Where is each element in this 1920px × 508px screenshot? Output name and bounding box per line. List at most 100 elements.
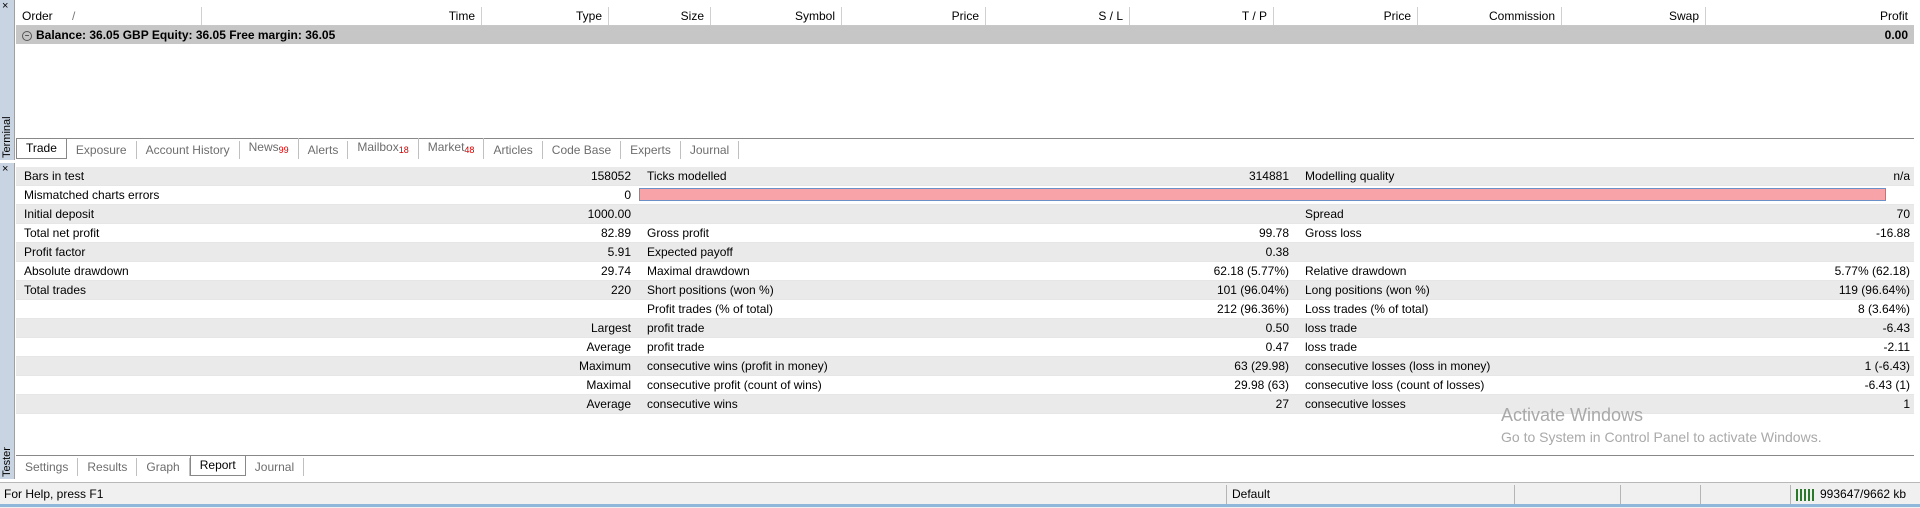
report-value-3: 8 (3.64%) — [1857, 302, 1910, 316]
report-label-1 — [16, 395, 216, 413]
report-value-3: -16.88 — [1875, 226, 1910, 240]
activate-windows-subtitle: Go to System in Control Panel to activat… — [1501, 429, 1822, 445]
report-value-1: Average — [586, 397, 631, 411]
report-row: Initial deposit 1000.00 Spread 70 — [16, 205, 1914, 224]
tab-news[interactable]: News99 — [240, 138, 299, 159]
tab-results[interactable]: Results — [78, 458, 138, 476]
tab-account-history[interactable]: Account History — [137, 141, 240, 159]
report-row: Total trades 220 Short positions (won %) 10… — [16, 281, 1914, 300]
report-value-3: 5.77% (62.18) — [1834, 264, 1910, 278]
report-label-3: loss trade — [1305, 321, 1358, 335]
terminal-close-icon[interactable]: × — [2, 0, 8, 12]
report-label-3: consecutive losses (loss in money) — [1305, 359, 1491, 373]
report-value-3: -6.43 (1) — [1864, 378, 1910, 392]
report-label-3 — [1297, 243, 1757, 261]
report-label-2: consecutive wins (profit in money) — [647, 359, 828, 373]
total-profit: 0.00 — [1884, 28, 1908, 42]
report-label-2 — [639, 205, 1157, 223]
report-label-3: consecutive loss (count of losses) — [1305, 378, 1485, 392]
report-value-3: 1 — [1903, 397, 1910, 411]
col-type[interactable]: Type — [482, 7, 609, 25]
col-tp[interactable]: T / P — [1130, 7, 1274, 25]
sort-indicator-icon: / — [72, 9, 76, 23]
report-value-1: Largest — [590, 321, 631, 335]
report-label-1 — [16, 338, 216, 356]
report-label-3: Loss trades (% of total) — [1305, 302, 1429, 316]
report-label-1: Initial deposit — [24, 207, 95, 221]
tab-exposure[interactable]: Exposure — [67, 141, 137, 159]
report-row: Mismatched charts errors 0 — [16, 186, 1914, 205]
status-divider — [1700, 485, 1701, 504]
report-label-3: loss trade — [1305, 340, 1358, 354]
tab-market[interactable]: Market48 — [419, 138, 485, 159]
orders-list-area[interactable] — [16, 44, 1914, 136]
report-row: Total net profit 82.89 Gross profit 99.78 Gr… — [16, 224, 1914, 243]
tab-report[interactable]: Report — [189, 456, 246, 476]
report-row: Average profit trade 0.47 loss trade -2.11 — [16, 338, 1914, 357]
report-value-1: 1000.00 — [587, 207, 631, 221]
report-value-2: 0.38 — [1265, 245, 1289, 259]
report-value-2: 99.78 — [1258, 226, 1289, 240]
tab-code-base[interactable]: Code Base — [543, 141, 622, 159]
tab-settings[interactable]: Settings — [16, 458, 79, 476]
col-price[interactable]: Price — [842, 7, 986, 25]
report-value-1: 220 — [610, 283, 631, 297]
col-symbol[interactable]: Symbol — [711, 7, 842, 25]
col-price-current[interactable]: Price — [1274, 7, 1418, 25]
status-divider — [1514, 485, 1515, 504]
col-size[interactable]: Size — [609, 7, 711, 25]
report-label-1: Total trades — [24, 283, 87, 297]
tab-experts[interactable]: Experts — [621, 141, 681, 159]
col-order[interactable]: Order / — [16, 7, 202, 25]
collapse-icon[interactable]: − — [22, 30, 32, 41]
report-value-1: Average — [586, 340, 631, 354]
status-help: For Help, press F1 — [4, 487, 104, 501]
tab-graph[interactable]: Graph — [137, 458, 190, 476]
col-swap[interactable]: Swap — [1562, 7, 1706, 25]
report-value-1: 82.89 — [600, 226, 631, 240]
tab-articles[interactable]: Articles — [484, 141, 543, 159]
tab-journal[interactable]: Journal — [681, 141, 740, 159]
report-label-1: Total net profit — [24, 226, 100, 240]
report-label-2: Ticks modelled — [647, 169, 727, 183]
report-value-2: 63 (29.98) — [1234, 359, 1289, 373]
report-label-1: Mismatched charts errors — [24, 188, 160, 202]
tester-tabs: Settings Results Graph Report Journal — [16, 455, 1914, 476]
balance-row[interactable]: − Balance: 36.05 GBP Equity: 36.05 Free m… — [16, 26, 1914, 44]
report-value-2: 212 (96.36%) — [1216, 302, 1289, 316]
report-label-1 — [16, 319, 216, 337]
tester-side-strip: × Tester — [0, 163, 15, 479]
report-value-1: 0 — [624, 188, 631, 202]
report-label-2: consecutive profit (count of wins) — [647, 378, 822, 392]
col-profit[interactable]: Profit — [1706, 7, 1914, 25]
report-row: Profit factor 5.91 Expected payoff 0.38 — [16, 243, 1914, 262]
report-table: Bars in test 158052 Ticks modelled 314881 Mo… — [16, 167, 1914, 414]
report-value-2: 101 (96.04%) — [1216, 283, 1289, 297]
report-label-2: Profit trades (% of total) — [647, 302, 774, 316]
report-row: Maximum consecutive wins (profit in money… — [16, 357, 1914, 376]
report-row: Maximal consecutive profit (count of wins… — [16, 376, 1914, 395]
report-label-2: Short positions (won %) — [647, 283, 774, 297]
report-label-1: Bars in test — [24, 169, 85, 183]
tab-mailbox[interactable]: Mailbox18 — [348, 138, 419, 159]
tab-trade[interactable]: Trade — [16, 139, 67, 159]
report-label-3: Long positions (won %) — [1305, 283, 1430, 297]
report-value-2 — [1157, 205, 1297, 223]
report-label-1 — [16, 300, 216, 318]
report-label-3: Gross loss — [1305, 226, 1362, 240]
col-sl[interactable]: S / L — [986, 7, 1130, 25]
report-value-2: 29.98 (63) — [1234, 378, 1289, 392]
tab-tester-journal[interactable]: Journal — [246, 458, 305, 476]
tab-alerts[interactable]: Alerts — [299, 141, 349, 159]
report-label-2: Maximal drawdown — [647, 264, 750, 278]
tester-panel: × Tester Bars in test 158052 Ticks modelle… — [0, 163, 1920, 479]
tester-close-icon[interactable]: × — [2, 163, 8, 175]
col-time[interactable]: Time — [202, 7, 482, 25]
report-label-3: Modelling quality — [1305, 169, 1395, 183]
col-commission[interactable]: Commission — [1418, 7, 1562, 25]
status-profile[interactable]: Default — [1232, 483, 1270, 505]
balance-text: Balance: 36.05 GBP Equity: 36.05 Free ma… — [36, 28, 336, 42]
report-value-1 — [216, 300, 639, 318]
report-row: Profit trades (% of total) 212 (96.36%) Lo… — [16, 300, 1914, 319]
report-label-2: consecutive wins — [647, 397, 738, 411]
